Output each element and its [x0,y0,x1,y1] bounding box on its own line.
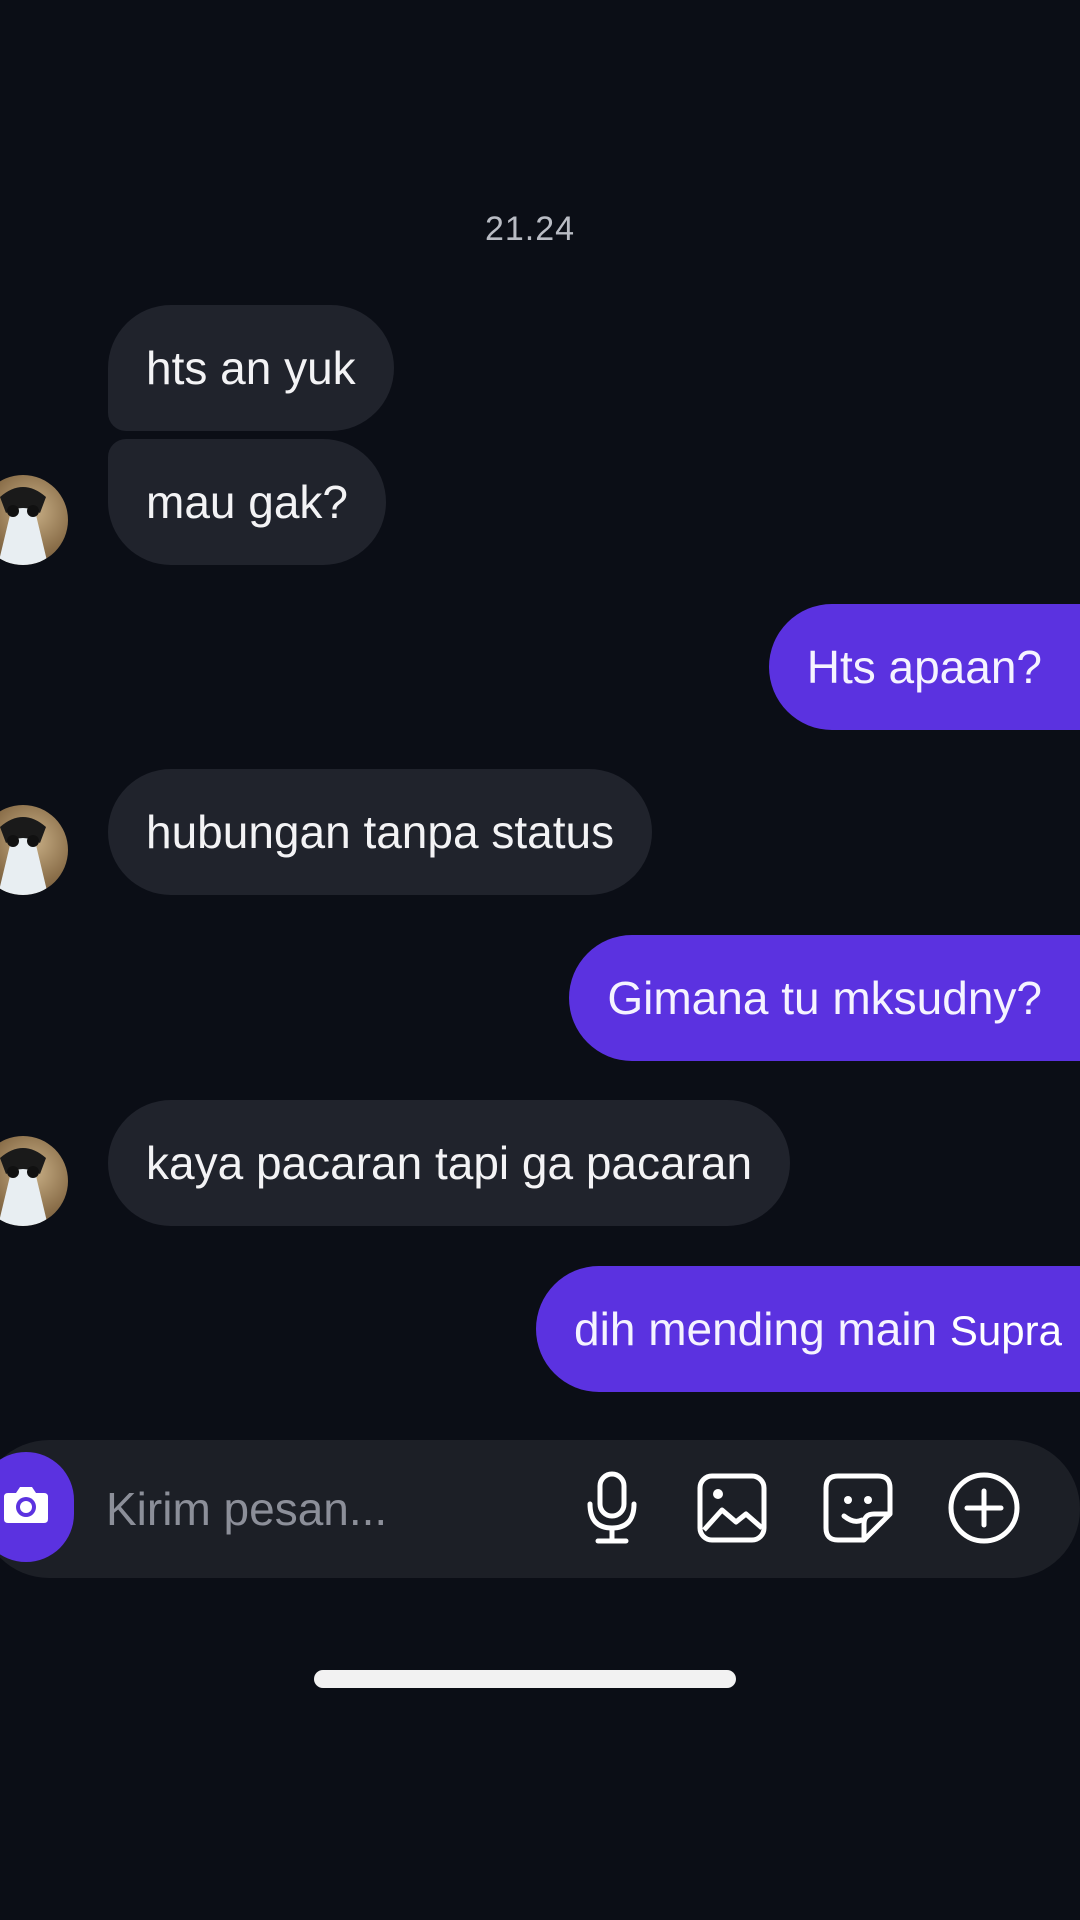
timestamp: 21.24 [484,210,576,248]
message-bubble-outgoing[interactable]: dih mending main Supra [536,1266,1080,1392]
message-bubble-incoming[interactable]: hubungan tanpa status [108,769,653,895]
camera-icon [2,1485,50,1530]
avatar[interactable] [0,475,68,565]
message-bubble-outgoing[interactable]: Hts apaan? [768,604,1080,730]
sticker-icon [822,1472,894,1549]
image-icon [696,1472,768,1549]
message-bubble-incoming[interactable]: hts an yuk [108,305,394,431]
microphone-button[interactable] [572,1470,652,1550]
plus-circle-icon [947,1471,1021,1550]
message-bubble-incoming[interactable]: kaya pacaran tapi ga pacaran [108,1100,791,1226]
gallery-button[interactable] [692,1470,772,1550]
message-text: Hts apaan? [806,641,1042,693]
message-text: dih mending main [574,1303,950,1355]
message-text: kaya pacaran tapi ga pacaran [146,1137,753,1189]
microphone-icon [582,1470,642,1551]
message-input[interactable]: Kirim pesan... [106,1440,387,1578]
message-text: hubungan tanpa status [146,806,615,858]
message-highlight: Supra [949,1307,1062,1354]
message-text: Gimana tu mksudny? [607,972,1042,1024]
message-bubble-outgoing[interactable]: Gimana tu mksudny? [569,935,1080,1061]
avatar[interactable] [0,1136,68,1226]
message-text: hts an yuk [146,342,356,394]
message-bubble-incoming[interactable]: mau gak? [108,439,387,565]
more-button[interactable] [944,1470,1024,1550]
message-text: mau gak? [146,476,349,528]
avatar[interactable] [0,805,68,895]
home-indicator[interactable] [314,1670,736,1688]
sticker-button[interactable] [818,1470,898,1550]
